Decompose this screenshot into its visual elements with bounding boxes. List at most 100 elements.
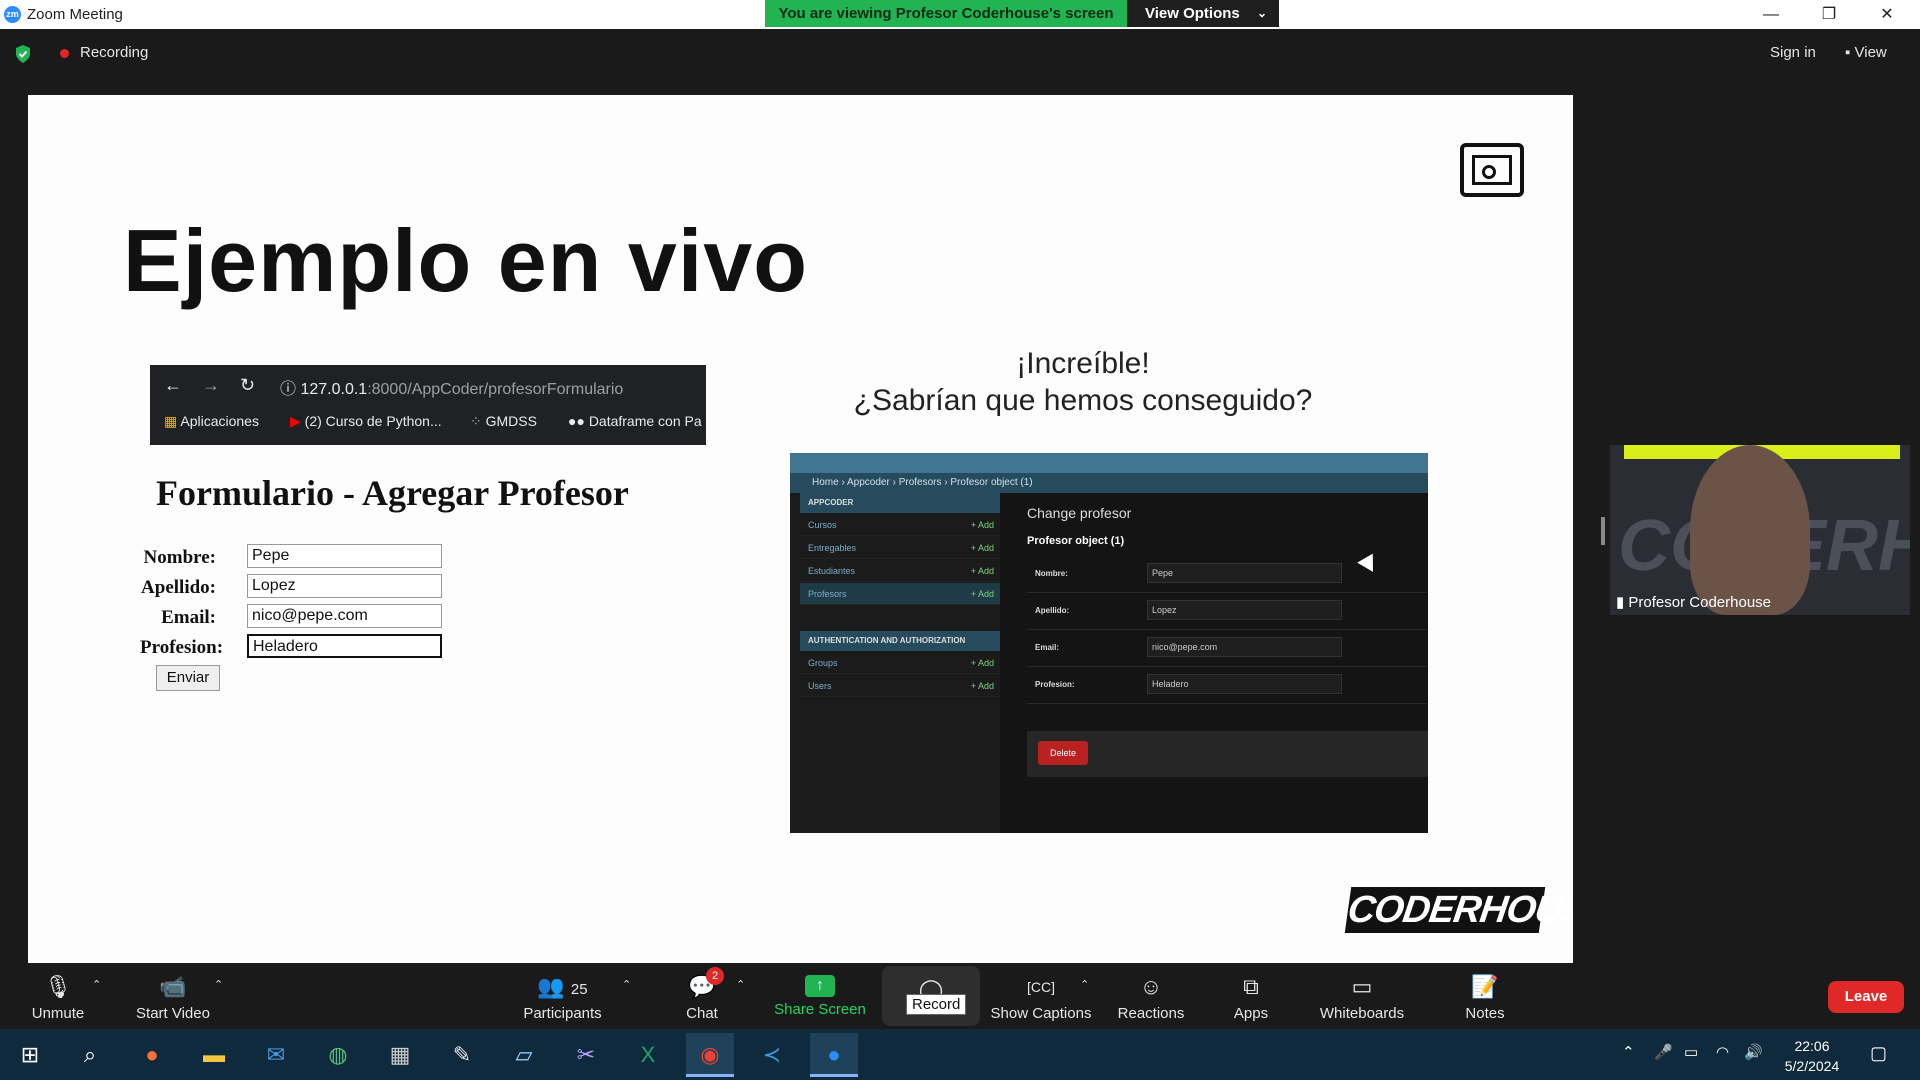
participant-name: ▮ Profesor Coderhouse	[1616, 593, 1771, 611]
show-captions-button[interactable]: [CC] Show Captions	[988, 963, 1094, 1029]
participant-face	[1690, 445, 1810, 615]
unmute-button[interactable]: 🎙 Unmute	[18, 963, 98, 1029]
participants-options-caret[interactable]: ⌃	[622, 978, 631, 991]
email-label: Email:	[161, 607, 216, 628]
video-options-caret[interactable]: ⌃	[214, 978, 223, 991]
admin-model-row: Estudiantes + Add	[800, 560, 1000, 582]
chrome-icon[interactable]: ◉	[686, 1033, 734, 1077]
admin-change-title: Change profesor	[1027, 505, 1132, 521]
captions-cc-icon: [CC]	[1027, 979, 1055, 995]
chat-button[interactable]: 💬 Chat	[670, 963, 734, 1029]
file-explorer-icon[interactable]: ▬	[190, 1033, 238, 1077]
notification-icon[interactable]: ▢	[1870, 1043, 1887, 1064]
view-options-label: View Options	[1145, 5, 1240, 22]
chat-label: Chat	[686, 1005, 718, 1022]
admin-field-label: Profesion:	[1035, 680, 1075, 689]
vscode-icon[interactable]: ≺	[748, 1033, 796, 1077]
nombre-input: Pepe	[247, 544, 442, 568]
view-options-button[interactable]: View Options ⌄	[1127, 0, 1279, 27]
start-video-button[interactable]: 📹 Start Video	[128, 963, 218, 1029]
close-button[interactable]: ✕	[1858, 0, 1916, 29]
minimize-button[interactable]: —	[1742, 0, 1800, 29]
chat-options-caret[interactable]: ⌃	[736, 978, 745, 991]
admin-section-auth: AUTHENTICATION AND AUTHORIZATION	[800, 631, 1000, 651]
mail-icon[interactable]: ✉	[252, 1033, 300, 1077]
taskbar-clock[interactable]: 22:06 5/2/2024	[1770, 1036, 1854, 1076]
paint-icon[interactable]: ✎	[438, 1033, 486, 1077]
admin-field-row: Profesion: Heladero	[1027, 668, 1427, 704]
participants-button[interactable]: 👥 25 Participants	[515, 963, 610, 1029]
participants-label: Participants	[523, 1005, 602, 1022]
zoom-app-icon: zm	[4, 6, 21, 23]
view-label: View	[1854, 44, 1887, 61]
apps-button[interactable]: ⧉ Apps	[1214, 963, 1288, 1029]
shield-icon[interactable]	[14, 44, 32, 64]
url-host: 127.0.0.1	[300, 381, 368, 398]
browser-globe-icon[interactable]: ◍	[314, 1033, 362, 1077]
show-captions-label: Show Captions	[990, 1005, 1092, 1022]
audio-options-caret[interactable]: ⌃	[92, 978, 101, 991]
calculator-icon[interactable]: ▦	[376, 1033, 424, 1077]
recording-status[interactable]: Recording	[80, 44, 148, 61]
bookmark-label: (2) Curso de Python...	[304, 413, 442, 429]
notes-label: Notes	[1465, 1005, 1505, 1022]
captions-options-caret[interactable]: ⌃	[1080, 978, 1089, 991]
headline-line-1: ¡Increíble!	[1016, 347, 1150, 380]
coderhouse-logo: CODERHOUSE	[1344, 887, 1573, 933]
admin-model-row: Entregables + Add	[800, 537, 1000, 559]
chevron-up-icon[interactable]: ⌃	[1622, 1043, 1635, 1061]
bookmark-youtube: ▶ (2) Curso de Python...	[290, 413, 442, 430]
admin-model-row: Groups + Add	[800, 652, 1000, 674]
admin-field-label: Nombre:	[1035, 569, 1068, 578]
apps-grid-icon: ▦	[164, 413, 181, 429]
sign-in-button[interactable]: Sign in	[1770, 44, 1816, 61]
whiteboards-label: Whiteboards	[1319, 1005, 1405, 1022]
bookmark-label: GMDSS	[485, 413, 537, 429]
add-link: + Add	[970, 658, 994, 668]
volume-icon[interactable]: 🔊	[1744, 1043, 1763, 1061]
reactions-button[interactable]: ☺ Reactions	[1110, 963, 1192, 1029]
record-tooltip: Record	[906, 994, 967, 1015]
profesion-input: Heladero	[247, 634, 442, 658]
microphone-icon[interactable]: 🎤	[1654, 1043, 1673, 1061]
admin-model-row: Profesors + Add	[800, 583, 1000, 605]
address-bar: ⓘ 127.0.0.1:8000/AppCoder/profesorFormul…	[280, 375, 700, 399]
firefox-icon[interactable]: ●	[128, 1033, 176, 1077]
restore-button[interactable]: ❐	[1800, 0, 1858, 29]
admin-model-label: Estudiantes	[808, 566, 856, 576]
chevron-down-icon: ⌄	[1256, 6, 1267, 20]
shared-screen: Ejemplo en vivo ← → ↻ ⓘ 127.0.0.1:8000/A…	[28, 95, 1573, 963]
chat-bubble-icon: 💬	[688, 974, 716, 999]
add-link: + Add	[970, 566, 994, 576]
forward-arrow-icon: →	[202, 375, 220, 395]
admin-field-row: Apellido: Lopez	[1027, 594, 1427, 630]
windows-start-icon[interactable]: ⊞	[6, 1033, 54, 1077]
reactions-label: Reactions	[1117, 1005, 1185, 1022]
snipping-tool-icon[interactable]: ✂	[562, 1033, 610, 1077]
url-path: :8000/AppCoder/profesorFormulario	[367, 381, 624, 398]
battery-icon[interactable]: ▭	[1684, 1043, 1698, 1061]
share-arrow-icon: ↑	[805, 975, 835, 997]
search-icon[interactable]: ⌕	[66, 1033, 114, 1077]
share-screen-button[interactable]: ↑ Share Screen	[770, 963, 870, 1029]
excel-icon[interactable]: X	[624, 1033, 672, 1077]
notepad-icon[interactable]: ▱	[500, 1033, 548, 1077]
wifi-icon[interactable]: ◠	[1716, 1043, 1729, 1061]
drag-handle[interactable]	[1601, 517, 1605, 545]
classroom-icon	[1460, 143, 1524, 197]
view-button[interactable]: ▪ View	[1845, 44, 1887, 61]
unmute-label: Unmute	[31, 1005, 85, 1022]
profesion-label: Profesion:	[140, 637, 224, 658]
zoom-taskbar-icon[interactable]: ●	[810, 1033, 858, 1077]
viewing-banner: You are viewing Profesor Coderhouse's sc…	[765, 0, 1127, 27]
participants-count: 25	[570, 981, 588, 998]
notes-button[interactable]: 📝 Notes	[1450, 963, 1520, 1029]
whiteboards-button[interactable]: ▭ Whiteboards	[1310, 963, 1414, 1029]
back-arrow-icon: ←	[164, 375, 182, 395]
participant-video[interactable]: CODERHOUSE ▮ Profesor Coderhouse	[1610, 445, 1910, 615]
medium-icon: ●●	[568, 413, 589, 429]
participant-name-label: Profesor Coderhouse	[1628, 594, 1772, 611]
bookmark-label: Aplicaciones	[180, 413, 259, 429]
admin-breadcrumb: Home › Appcoder › Profesors › Profesor o…	[790, 473, 1428, 493]
leave-button[interactable]: Leave	[1828, 981, 1904, 1013]
